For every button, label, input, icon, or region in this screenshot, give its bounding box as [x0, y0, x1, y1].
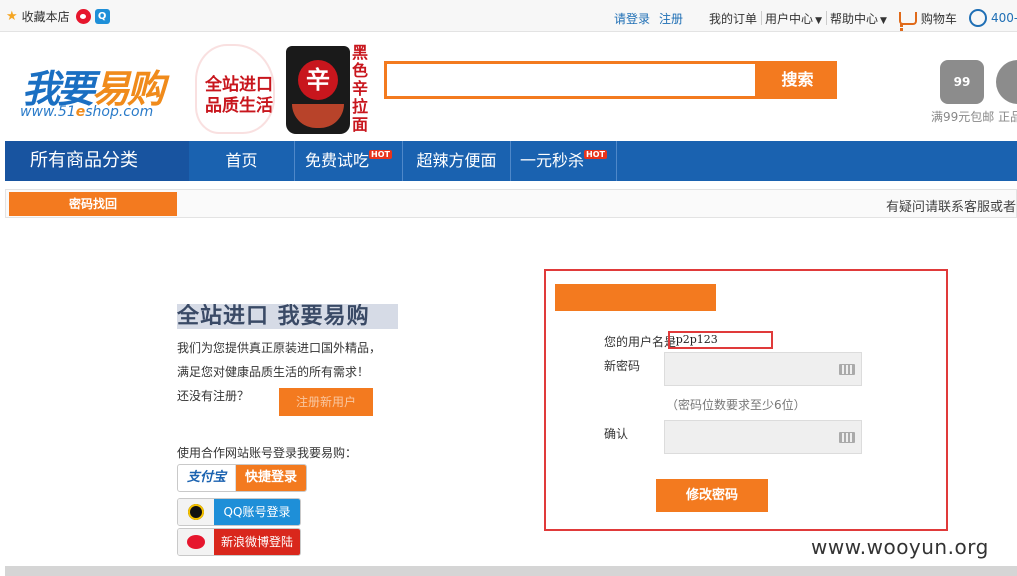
nav-item-home[interactable]: 首页 — [189, 141, 295, 181]
register-button[interactable]: 注册新用户 — [279, 388, 373, 416]
noodle-product-image[interactable]: 辛 — [286, 46, 350, 134]
hot-badge: HOT — [584, 150, 607, 159]
search-input[interactable] — [384, 61, 758, 99]
main-nav: 所有商品分类 首页 免费试吃 HOT 超辣方便面 一元秒杀 HOT — [5, 141, 1017, 181]
genuine-product-icon — [996, 60, 1017, 104]
nav-item-free-trial[interactable]: 免费试吃 HOT — [295, 141, 403, 181]
nav-item-spicy-noodles[interactable]: 超辣方便面 — [403, 141, 511, 181]
nav-item-label: 一元秒杀 — [520, 151, 585, 170]
promo-line-2: 品质生活 — [205, 96, 273, 116]
logo-url: www.51eshop.com — [20, 104, 153, 120]
service-labels: 满99元包邮 正品 — [931, 108, 1017, 125]
tab-password-recovery[interactable]: 密码找回 — [9, 192, 177, 216]
favorite-link[interactable]: 收藏本店 — [22, 8, 70, 25]
new-password-field[interactable] — [664, 352, 862, 386]
user-center-label: 用户中心 — [765, 11, 814, 26]
register-prompt: 还没有注册？ — [177, 389, 250, 403]
my-orders-link[interactable]: 我的订单 — [709, 10, 757, 27]
promo-desc-line-1: 我们为您提供真正原装进口国外精品， — [177, 341, 382, 355]
weibo-logo-icon — [178, 529, 214, 555]
keyboard-icon[interactable] — [839, 364, 855, 375]
change-password-button[interactable]: 修改密码 — [656, 479, 768, 512]
register-link[interactable]: 注册 — [659, 10, 683, 27]
weibo-login-label: 新浪微博登陆 — [214, 529, 300, 555]
nav-item-label: 免费试吃 — [305, 151, 370, 170]
caret-down-icon: ▼ — [880, 15, 887, 26]
free-shipping-label: 满99元包邮 — [931, 110, 995, 124]
watermark: www.wooyun.org — [811, 535, 989, 559]
all-categories-menu[interactable]: 所有商品分类 — [5, 141, 189, 181]
help-note: 有疑问请联系客服或者 — [885, 200, 1016, 215]
help-center-label: 帮助中心 — [829, 11, 878, 26]
partner-login-title: 使用合作网站账号登录我要易购： — [177, 446, 358, 460]
caret-down-icon: ▼ — [815, 15, 822, 26]
qq-penguin-icon — [178, 499, 214, 525]
noodle-brand-mark: 辛 — [298, 60, 338, 100]
hot-badge: HOT — [369, 150, 392, 159]
slogan-heading: 全站进口 我要易购 — [177, 304, 398, 329]
top-bar-right: 请登录 注册 我的订单 用户中心▼ 帮助中心▼ 购物车 400-6 — [614, 9, 1017, 28]
keyboard-icon[interactable] — [839, 432, 855, 443]
nav-item-label: 首页 — [225, 151, 258, 170]
username-value: :p2p123 — [668, 331, 773, 349]
user-center-menu[interactable]: 用户中心 ▼ — [765, 10, 822, 27]
confirm-password-field[interactable] — [664, 420, 862, 454]
free-shipping-icon: 99 — [940, 60, 984, 104]
cart-link[interactable]: 购物车 — [898, 10, 957, 28]
weibo-login-button[interactable]: 新浪微博登陆 — [177, 528, 301, 556]
star-icon: ★ — [6, 9, 18, 24]
logo-url-e: e — [75, 104, 86, 120]
new-password-label: 新密码 — [604, 359, 641, 373]
qq-login-button[interactable]: QQ账号登录 — [177, 498, 301, 526]
alipay-login-button[interactable]: 支付宝 快捷登录 — [177, 464, 307, 492]
nav-item-label: 超辣方便面 — [416, 151, 497, 170]
password-hint: （密码位数要求至少6位） — [666, 398, 806, 412]
breadcrumb-bar: 密码找回 有疑问请联系客服或者 — [5, 189, 1017, 218]
divider — [761, 11, 763, 25]
qq-login-label: QQ账号登录 — [214, 499, 300, 525]
confirm-password-label: 确认 — [604, 427, 629, 441]
service-phone: 400-6 — [990, 11, 1017, 25]
promo-vertical-text: 黑色辛拉面 — [352, 43, 369, 134]
top-bar: ★ 收藏本店 Q 请登录 注册 我的订单 用户中心 ▼ 帮助中心 ▼ 购物车 400… — [0, 0, 1017, 32]
divider — [825, 11, 827, 25]
logo-url-part: shop.com — [85, 104, 154, 120]
shopping-cart-icon — [898, 11, 917, 28]
tencent-weibo-icon[interactable]: Q — [94, 9, 110, 24]
top-bar-left: ★ 收藏本店 Q — [6, 8, 110, 25]
help-center-menu[interactable]: 帮助中心 ▼ — [830, 10, 887, 27]
genuine-label: 正品 — [998, 110, 1017, 124]
footer-bar — [5, 566, 1017, 576]
nav-item-flash-sale[interactable]: 一元秒杀 HOT — [511, 141, 617, 181]
username-label: 您的用户名是 — [604, 335, 677, 349]
phone-icon — [968, 9, 987, 27]
login-link[interactable]: 请登录 — [614, 10, 650, 27]
logo-url-part: www.51 — [20, 104, 76, 120]
noodle-bowl-image — [292, 104, 344, 128]
search-button[interactable]: 搜索 — [758, 61, 837, 99]
promo-desc-line-2: 满足您对健康品质生活的所有需求！ — [177, 365, 370, 379]
alipay-logo: 支付宝 — [178, 465, 236, 491]
alipay-login-label: 快捷登录 — [236, 465, 306, 491]
cart-label: 购物车 — [920, 11, 957, 26]
weibo-icon[interactable] — [75, 9, 91, 24]
form-header-bar — [555, 284, 716, 311]
